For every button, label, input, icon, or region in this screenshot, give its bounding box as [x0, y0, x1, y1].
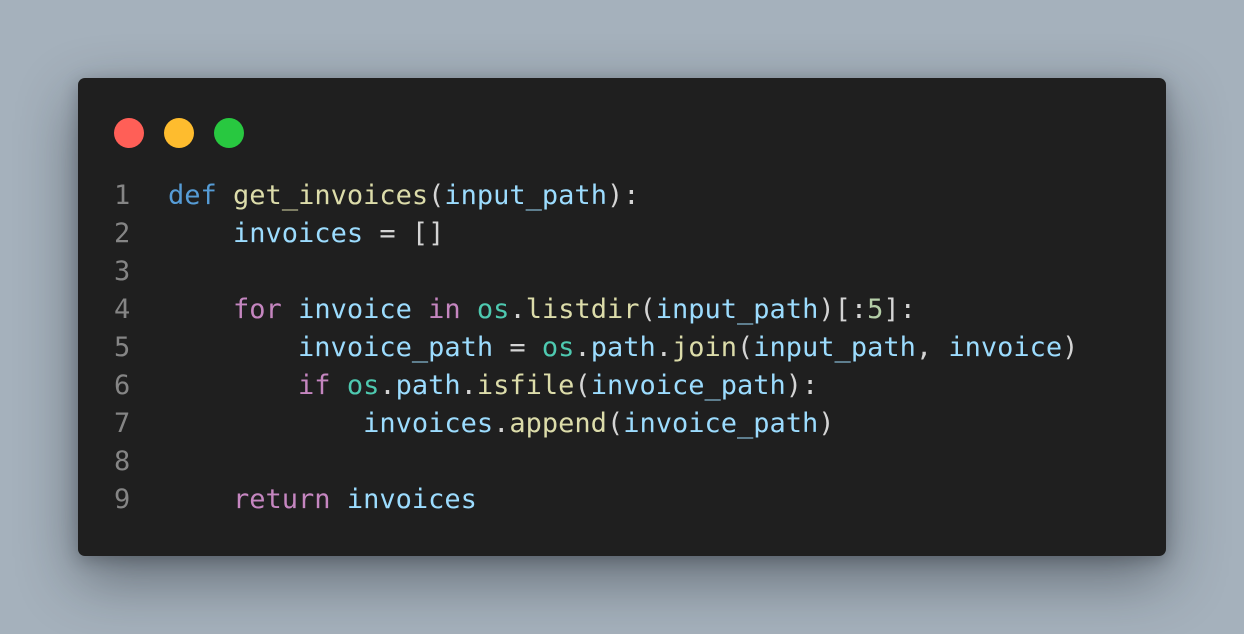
line-number: 9: [114, 484, 131, 515]
code-token: if: [298, 370, 331, 401]
code-token: invoice_path: [623, 408, 819, 439]
code-token: get_invoices: [233, 180, 429, 211]
code-token: invoices: [233, 218, 364, 249]
code-text: if os.path.isfile(invoice_path):: [168, 367, 818, 405]
code-line: 2 invoices = []: [78, 215, 1166, 253]
code-token: path: [395, 370, 461, 401]
code-token: ): [1062, 332, 1079, 363]
code-token: ):: [785, 370, 819, 401]
code-area[interactable]: 1 def get_invoices(input_path): 2 invoices…: [78, 177, 1166, 519]
code-token: .: [655, 332, 672, 363]
code-token: ): [818, 408, 835, 439]
code-token: input_path: [444, 180, 607, 211]
code-token: os: [541, 332, 575, 363]
code-token: isfile: [476, 370, 575, 401]
code-token: 5: [867, 294, 884, 325]
code-line: 1 def get_invoices(input_path):: [78, 177, 1166, 215]
code-text: return invoices: [168, 481, 477, 519]
code-token: )[:: [818, 294, 868, 325]
code-line: 4 for invoice in os.listdir(input_path)[…: [78, 291, 1166, 329]
line-number: 8: [114, 446, 131, 477]
line-number: 7: [114, 408, 131, 439]
code-token: def: [168, 180, 217, 211]
code-line: 7 invoices.append(invoice_path): [78, 405, 1166, 443]
code-text: def get_invoices(input_path):: [168, 177, 639, 215]
code-token: =: [493, 332, 542, 363]
line-number: 5: [114, 332, 131, 363]
code-line: 3: [78, 253, 1166, 291]
code-token: (: [574, 370, 591, 401]
code-text: invoices.append(invoice_path): [168, 405, 835, 443]
code-token: invoice: [948, 332, 1063, 363]
code-token: join: [671, 332, 738, 363]
code-token: invoice_path: [590, 370, 786, 401]
code-token: = []: [363, 218, 445, 249]
code-token: .: [379, 370, 396, 401]
code-line: 6 if os.path.isfile(invoice_path):: [78, 367, 1166, 405]
code-token: append: [509, 408, 607, 439]
code-token: .: [509, 294, 526, 325]
close-dot-icon[interactable]: [114, 118, 144, 148]
minimize-dot-icon[interactable]: [164, 118, 194, 148]
line-number: 6: [114, 370, 131, 401]
line-number: 4: [114, 294, 131, 325]
line-number: 3: [114, 256, 131, 287]
code-token: (: [428, 180, 445, 211]
code-token: for: [233, 294, 282, 325]
code-token: path: [590, 332, 656, 363]
code-token: ,: [915, 332, 949, 363]
code-line: 9 return invoices: [78, 481, 1166, 519]
code-token: return: [233, 484, 331, 515]
line-number: 1: [114, 180, 131, 211]
code-token: listdir: [525, 294, 640, 325]
code-token: os: [346, 370, 380, 401]
code-token: input_path: [655, 294, 819, 325]
code-token: invoices: [346, 484, 477, 515]
code-token: invoices: [363, 408, 494, 439]
code-text: invoice_path = os.path.join(input_path, …: [168, 329, 1078, 367]
code-window: 1 def get_invoices(input_path): 2 invoices…: [78, 78, 1166, 556]
maximize-dot-icon[interactable]: [214, 118, 244, 148]
code-token: invoice_path: [298, 332, 494, 363]
line-number: 2: [114, 218, 131, 249]
code-text: for invoice in os.listdir(input_path)[:5…: [168, 291, 916, 329]
code-token: (: [639, 294, 656, 325]
code-token: .: [460, 370, 477, 401]
code-token: ):: [606, 180, 640, 211]
code-token: (: [737, 332, 754, 363]
code-text: invoices = []: [168, 215, 444, 253]
code-token: (: [606, 408, 624, 439]
code-token: os: [476, 294, 510, 325]
code-line: 8: [78, 443, 1166, 481]
code-token: invoice: [298, 294, 412, 325]
code-token: .: [493, 408, 510, 439]
code-token: in: [428, 294, 461, 325]
code-line: 5 invoice_path = os.path.join(input_path…: [78, 329, 1166, 367]
code-token: ]:: [883, 294, 916, 325]
code-token: .: [574, 332, 591, 363]
code-token: input_path: [753, 332, 916, 363]
